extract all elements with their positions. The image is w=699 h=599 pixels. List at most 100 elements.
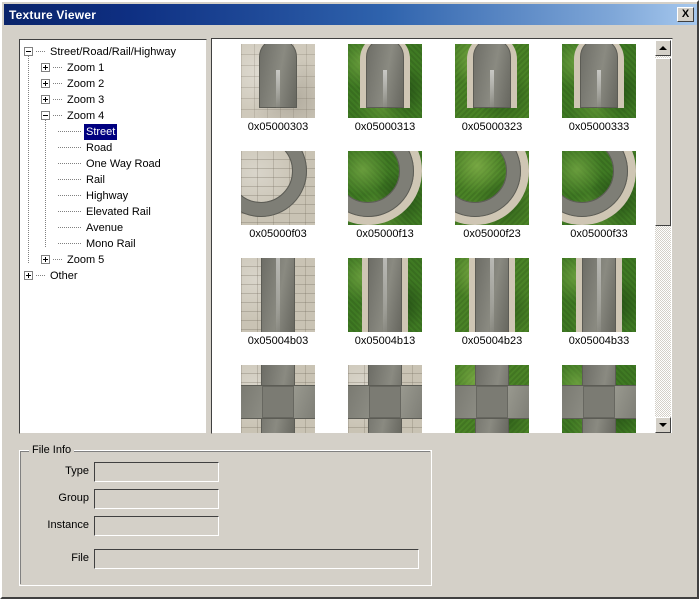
texture-grid-panel[interactable]: 0x050003030x050003130x050003230x05000333… — [211, 38, 673, 434]
texture-thumbnail[interactable] — [241, 258, 315, 332]
tree-item-avenue[interactable]: Avenue — [24, 220, 206, 236]
texture-road-marking — [597, 258, 601, 332]
texture-road-marking — [490, 70, 494, 110]
category-tree-panel[interactable]: Street/Road/Rail/HighwayZoom 1Zoom 2Zoom… — [19, 39, 207, 434]
texture-cell[interactable] — [225, 365, 331, 433]
tree-item-zoom-5[interactable]: Zoom 5 — [24, 252, 206, 268]
tree-item-street-road-rail-highway[interactable]: Street/Road/Rail/Highway — [24, 44, 206, 60]
texture-intersection — [369, 386, 401, 418]
texture-cell[interactable]: 0x05004b13 — [332, 258, 438, 347]
tree-connector-dots — [58, 163, 82, 164]
tree-item-elevated-rail[interactable]: Elevated Rail — [24, 204, 206, 220]
collapse-icon[interactable] — [24, 47, 33, 56]
texture-thumbnail[interactable] — [348, 44, 422, 118]
close-button[interactable]: X — [677, 7, 694, 22]
texture-cell[interactable]: 0x05000303 — [225, 44, 331, 133]
field-input-group[interactable] — [94, 489, 219, 509]
texture-cell[interactable]: 0x05000f23 — [439, 151, 545, 240]
tree-connector-dots — [58, 131, 82, 132]
texture-cell[interactable]: 0x05000f13 — [332, 151, 438, 240]
texture-id-label: 0x05000f23 — [439, 228, 545, 240]
tree-item-road[interactable]: Road — [24, 140, 206, 156]
texture-thumbnail[interactable] — [241, 365, 315, 433]
tree-item-zoom-1[interactable]: Zoom 1 — [24, 60, 206, 76]
tree-item-mono-rail[interactable]: Mono Rail — [24, 236, 206, 252]
texture-thumbnail[interactable] — [241, 44, 315, 118]
tree-connector-dots — [58, 227, 82, 228]
tree-item-zoom-2[interactable]: Zoom 2 — [24, 76, 206, 92]
tree-item-label: Avenue — [84, 220, 125, 236]
texture-intersection — [476, 386, 508, 418]
expand-icon[interactable] — [41, 79, 50, 88]
tree-connector-dots — [53, 259, 63, 260]
tree-item-highway[interactable]: Highway — [24, 188, 206, 204]
expand-icon[interactable] — [41, 255, 50, 264]
scroll-up-button[interactable] — [655, 40, 671, 56]
texture-id-label: 0x05000313 — [332, 121, 438, 133]
texture-thumbnail[interactable] — [455, 44, 529, 118]
texture-cell[interactable]: 0x05000f33 — [546, 151, 652, 240]
expand-icon[interactable] — [41, 95, 50, 104]
tree-connector-dots — [58, 195, 82, 196]
tree-connector-dots — [58, 147, 82, 148]
field-input-file[interactable] — [94, 549, 419, 569]
texture-cell[interactable] — [546, 365, 652, 433]
texture-cell[interactable]: 0x05004b23 — [439, 258, 545, 347]
texture-thumbnail[interactable] — [241, 151, 315, 225]
tree-item-one-way-road[interactable]: One Way Road — [24, 156, 206, 172]
tree-item-rail[interactable]: Rail — [24, 172, 206, 188]
field-label-group: Group — [19, 492, 89, 504]
field-input-instance[interactable] — [94, 516, 219, 536]
texture-thumbnail[interactable] — [562, 365, 636, 433]
texture-road-marking — [383, 70, 387, 110]
tree-connector-dots — [36, 275, 46, 276]
tree-item-label: Street/Road/Rail/Highway — [48, 44, 178, 60]
chevron-up-icon — [659, 46, 667, 50]
field-label-type: Type — [19, 465, 89, 477]
tree-item-label: Zoom 4 — [65, 108, 106, 124]
texture-thumbnail[interactable] — [562, 151, 636, 225]
texture-scrollbar[interactable] — [655, 40, 671, 433]
expand-icon[interactable] — [24, 271, 33, 280]
collapse-icon[interactable] — [41, 111, 50, 120]
tree-item-label: Other — [48, 268, 80, 284]
texture-id-label: 0x05000f13 — [332, 228, 438, 240]
tree-connector-dots — [58, 179, 82, 180]
texture-thumbnail[interactable] — [562, 44, 636, 118]
texture-intersection — [262, 386, 294, 418]
tree-item-street[interactable]: Street — [24, 124, 206, 140]
texture-thumbnail[interactable] — [348, 258, 422, 332]
texture-cell[interactable]: 0x05000f03 — [225, 151, 331, 240]
texture-cell[interactable]: 0x05004b33 — [546, 258, 652, 347]
texture-thumbnail[interactable] — [455, 151, 529, 225]
tree-item-label: Elevated Rail — [84, 204, 153, 220]
texture-thumbnail[interactable] — [348, 151, 422, 225]
texture-viewer-window: Texture Viewer X Street/Road/Rail/Highwa… — [0, 0, 699, 599]
expand-icon[interactable] — [41, 63, 50, 72]
texture-id-label: 0x05000333 — [546, 121, 652, 133]
tree-item-other[interactable]: Other — [24, 268, 206, 284]
texture-cell[interactable] — [332, 365, 438, 433]
texture-thumbnail[interactable] — [348, 365, 422, 433]
texture-cell[interactable]: 0x05000323 — [439, 44, 545, 133]
texture-cell[interactable]: 0x05004b03 — [225, 258, 331, 347]
texture-cell[interactable]: 0x05000313 — [332, 44, 438, 133]
field-input-type[interactable] — [94, 462, 219, 482]
texture-thumbnail[interactable] — [455, 365, 529, 433]
scrollbar-thumb[interactable] — [655, 58, 671, 226]
field-label-file: File — [19, 552, 89, 564]
texture-intersection — [583, 386, 615, 418]
texture-road-marking — [276, 70, 280, 110]
scroll-down-button[interactable] — [655, 417, 671, 433]
texture-cell[interactable] — [439, 365, 545, 433]
texture-cell[interactable]: 0x05000333 — [546, 44, 652, 133]
tree-item-zoom-4[interactable]: Zoom 4 — [24, 108, 206, 124]
tree-item-label: Zoom 1 — [65, 60, 106, 76]
texture-thumbnail[interactable] — [562, 258, 636, 332]
texture-thumbnail[interactable] — [455, 258, 529, 332]
texture-id-label: 0x05000f33 — [546, 228, 652, 240]
texture-id-label: 0x05000303 — [225, 121, 331, 133]
window-title: Texture Viewer — [9, 8, 96, 22]
tree-item-zoom-3[interactable]: Zoom 3 — [24, 92, 206, 108]
title-bar[interactable]: Texture Viewer X — [4, 4, 697, 25]
